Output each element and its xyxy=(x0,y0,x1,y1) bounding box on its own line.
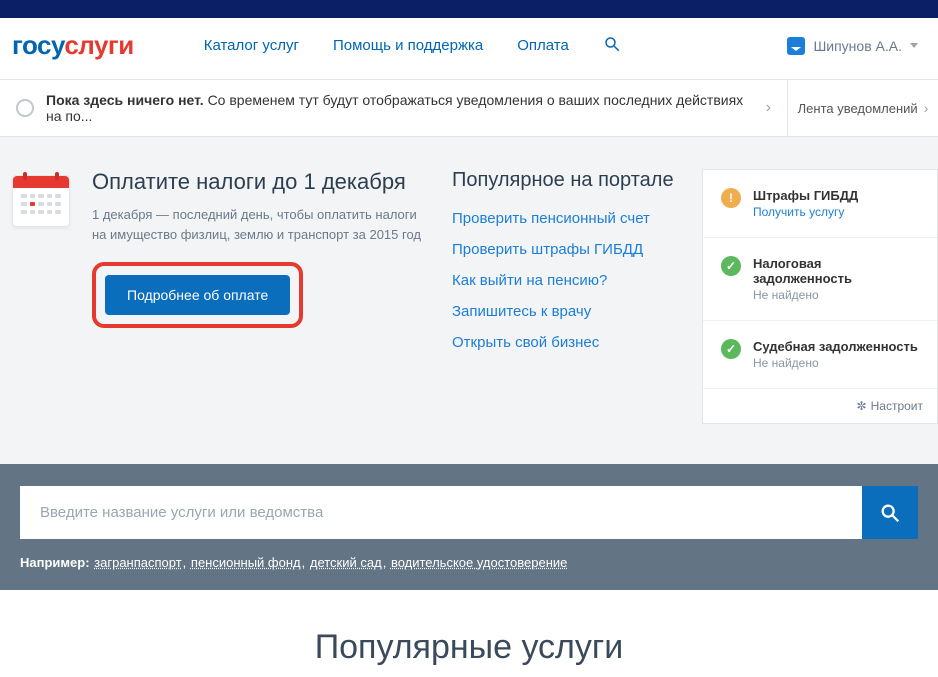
logo-part1: госу xyxy=(12,30,64,60)
nav-payment[interactable]: Оплата xyxy=(517,37,569,54)
configure-link[interactable]: ✼ Настроит xyxy=(703,389,937,423)
popular-link[interactable]: Проверить штрафы ГИБДД xyxy=(452,241,682,258)
notification-feed-label: Лента уведомлений xyxy=(798,101,918,116)
notification-empty-icon xyxy=(16,99,34,117)
search-input[interactable] xyxy=(20,486,862,539)
notification-row: Пока здесь ничего нет. Со временем тут б… xyxy=(0,79,938,137)
check-icon: ✓ xyxy=(721,339,741,359)
top-bar xyxy=(0,0,938,18)
chevron-right-icon: › xyxy=(924,100,929,116)
status-item-fines[interactable]: ! Штрафы ГИБДД Получить услугу xyxy=(703,170,937,238)
status-title: Налоговая задолженность xyxy=(753,256,919,286)
configure-label: Настроит xyxy=(871,399,923,413)
status-sidebar: ! Штрафы ГИБДД Получить услугу ✓ Налогов… xyxy=(702,169,938,424)
example-link[interactable]: пенсионный фонд xyxy=(191,555,301,570)
user-icon xyxy=(787,37,805,55)
popular-link[interactable]: Проверить пенсионный счет xyxy=(452,210,682,227)
nav-catalog[interactable]: Каталог услуг xyxy=(204,37,299,54)
status-sub: Не найдено xyxy=(753,356,918,370)
pay-taxes-block: Оплатите налоги до 1 декабря 1 декабря —… xyxy=(92,169,422,424)
calendar-icon xyxy=(12,175,74,424)
status-title: Штрафы ГИБДД xyxy=(753,188,858,203)
pay-description: 1 декабря — последний день, чтобы оплати… xyxy=(92,205,422,244)
user-name: Шипунов А.А. xyxy=(813,38,902,54)
status-item-tax[interactable]: ✓ Налоговая задолженность Не найдено xyxy=(703,238,937,321)
warning-icon: ! xyxy=(721,188,741,208)
header: госуслуги Каталог услуг Помощь и поддерж… xyxy=(0,18,938,79)
main-nav: Каталог услуг Помощь и поддержка Оплата xyxy=(204,35,621,57)
pay-title: Оплатите налоги до 1 декабря xyxy=(92,169,422,195)
notification-banner[interactable]: Пока здесь ничего нет. Со временем тут б… xyxy=(0,80,788,136)
status-title: Судебная задолженность xyxy=(753,339,918,354)
logo[interactable]: госуслуги xyxy=(12,30,134,61)
chevron-down-icon xyxy=(910,43,918,48)
popular-title: Популярное на портале xyxy=(452,169,682,192)
check-icon: ✓ xyxy=(721,256,741,276)
popular-link[interactable]: Запишитесь к врачу xyxy=(452,303,682,320)
popular-services-heading: Популярные услуги xyxy=(0,590,938,677)
notification-bold: Пока здесь ничего нет. xyxy=(46,92,204,108)
status-item-court[interactable]: ✓ Судебная задолженность Не найдено xyxy=(703,321,937,389)
example-link[interactable]: детский сад xyxy=(310,555,382,570)
logo-part2: слуги xyxy=(64,30,133,60)
user-menu[interactable]: Шипунов А.А. xyxy=(787,37,918,55)
gear-icon: ✼ xyxy=(857,399,867,413)
notification-feed-link[interactable]: Лента уведомлений › xyxy=(788,80,938,136)
example-label: Например: xyxy=(20,555,90,570)
status-sub: Получить услугу xyxy=(753,205,858,219)
search-icon[interactable] xyxy=(603,35,621,57)
status-sub: Не найдено xyxy=(753,288,919,302)
search-examples: Например: загранпаспорт, пенсионный фонд… xyxy=(20,555,918,570)
main-content: Оплатите налоги до 1 декабря 1 декабря —… xyxy=(0,137,938,464)
example-link[interactable]: загранпаспорт xyxy=(94,555,182,570)
pay-button-highlight: Подробнее об оплате xyxy=(92,262,303,328)
pay-more-button[interactable]: Подробнее об оплате xyxy=(105,275,290,315)
search-bar xyxy=(20,486,918,539)
notification-text: Пока здесь ничего нет. Со временем тут б… xyxy=(46,92,754,124)
search-section: Например: загранпаспорт, пенсионный фонд… xyxy=(0,464,938,590)
popular-link[interactable]: Как выйти на пенсию? xyxy=(452,272,682,289)
popular-link[interactable]: Открыть свой бизнес xyxy=(452,334,682,351)
example-link[interactable]: водительское удостоверение xyxy=(391,555,567,570)
nav-help[interactable]: Помощь и поддержка xyxy=(333,37,483,54)
search-button[interactable] xyxy=(862,486,918,539)
popular-block: Популярное на портале Проверить пенсионн… xyxy=(452,169,682,424)
chevron-right-icon: › xyxy=(766,99,771,117)
